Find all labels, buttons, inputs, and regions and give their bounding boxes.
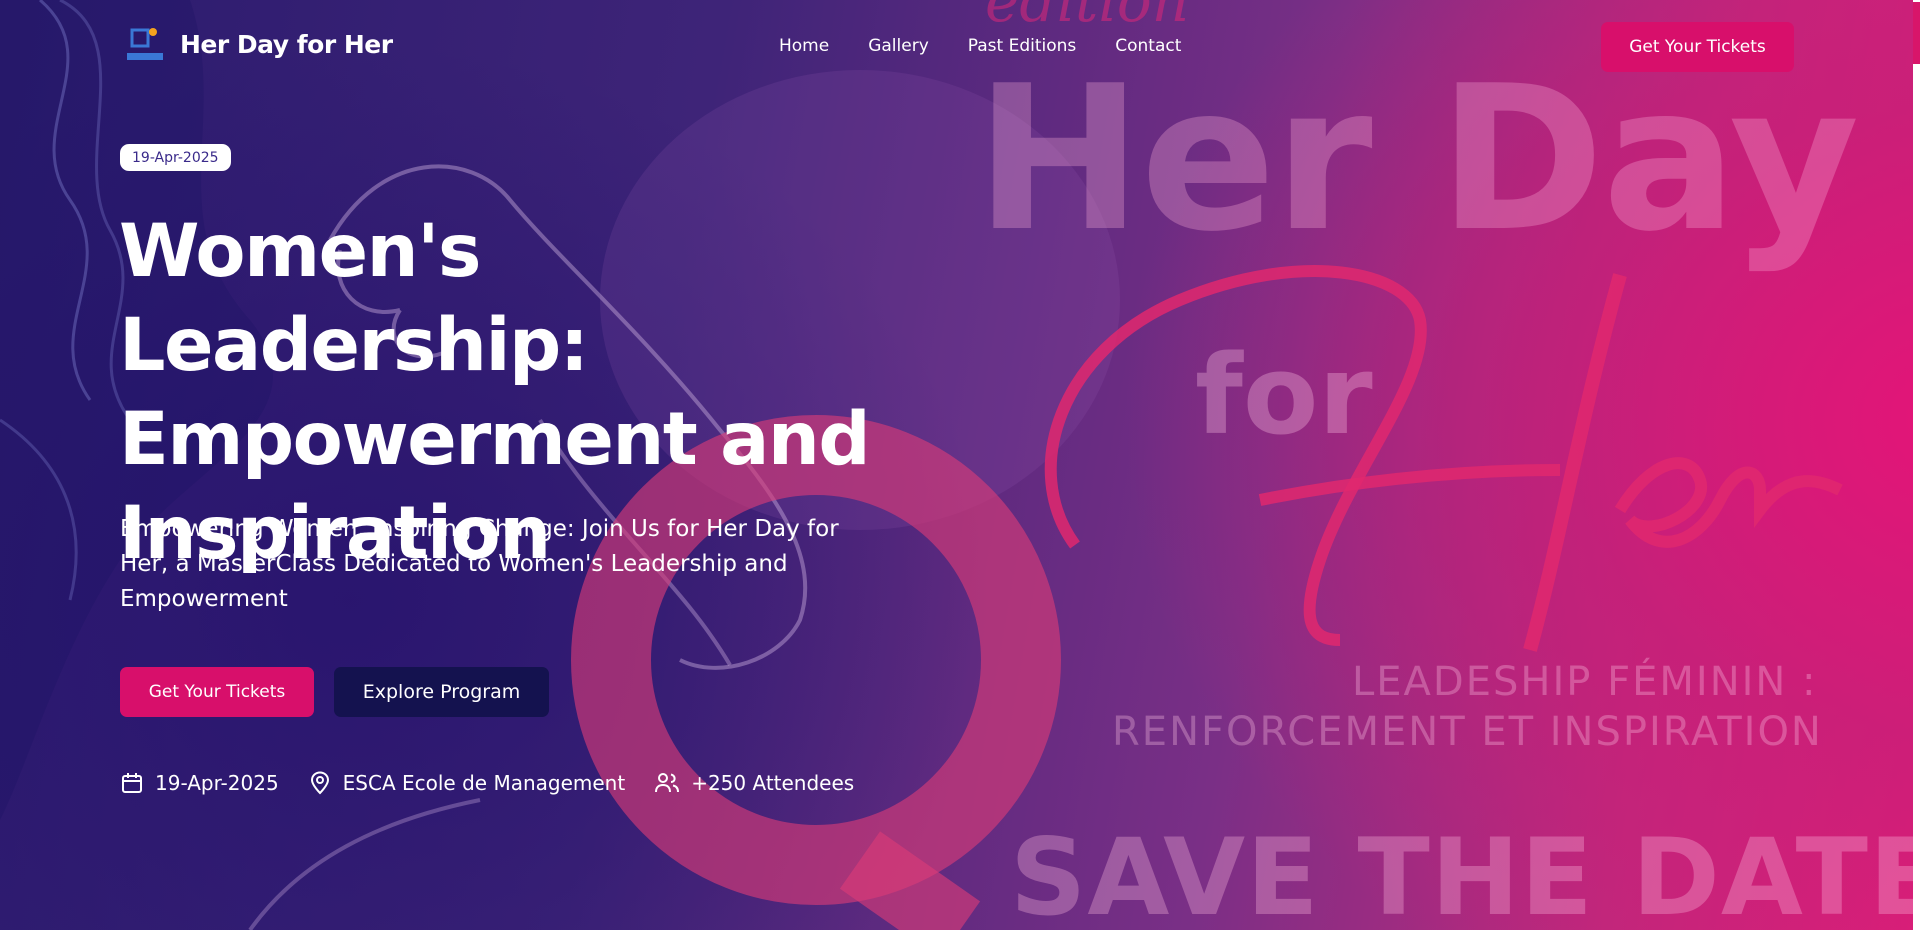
page-scrollbar[interactable]: [1913, 0, 1920, 930]
poster-leadership-line2: RENFORCEMENT ET INSPIRATION: [1112, 709, 1823, 755]
scrollbar-thumb[interactable]: [1913, 2, 1920, 64]
get-tickets-button[interactable]: Get Your Tickets: [120, 667, 314, 717]
meta-date-text: 19-Apr-2025: [155, 771, 279, 795]
nav-links: Home Gallery Past Editions Contact: [779, 36, 1220, 56]
meta-location-text: ESCA Ecole de Management: [342, 771, 626, 795]
users-icon: [655, 773, 680, 793]
poster-save-the-date: SAVE THE DATE: [1010, 816, 1913, 930]
brand-name[interactable]: Her Day for Her: [180, 30, 393, 59]
hero-section: edition Her Day for LEADESHIP FÉMININ : …: [0, 0, 1913, 930]
hero-subtitle: Empowering Women, Inspiring Change: Join…: [120, 516, 839, 612]
explore-program-button[interactable]: Explore Program: [334, 667, 549, 717]
jadara-logo-icon[interactable]: [124, 26, 166, 66]
top-navbar: Her Day for Her Home Gallery Past Editio…: [0, 0, 1913, 95]
meta-location: ESCA Ecole de Management: [308, 771, 626, 795]
poster-for-text: for: [1195, 331, 1373, 459]
event-meta: 19-Apr-2025 ESCA Ecole de Management +25…: [120, 768, 883, 798]
meta-attendees: +250 Attendees: [654, 771, 854, 795]
nav-link-contact[interactable]: Contact: [1115, 36, 1181, 56]
meta-date: 19-Apr-2025: [120, 771, 279, 795]
event-date-chip: 19-Apr-2025: [120, 144, 231, 171]
meta-attendees-text: +250 Attendees: [691, 771, 855, 795]
nav-get-tickets-button[interactable]: Get Your Tickets: [1601, 22, 1794, 72]
calendar-icon: [122, 773, 142, 793]
nav-link-past-editions[interactable]: Past Editions: [968, 36, 1077, 56]
nav-link-home[interactable]: Home: [779, 36, 829, 56]
poster-leadership-line1: LEADESHIP FÉMININ :: [1352, 659, 1818, 705]
nav-link-gallery[interactable]: Gallery: [868, 36, 929, 56]
location-pin-icon: [310, 771, 329, 795]
